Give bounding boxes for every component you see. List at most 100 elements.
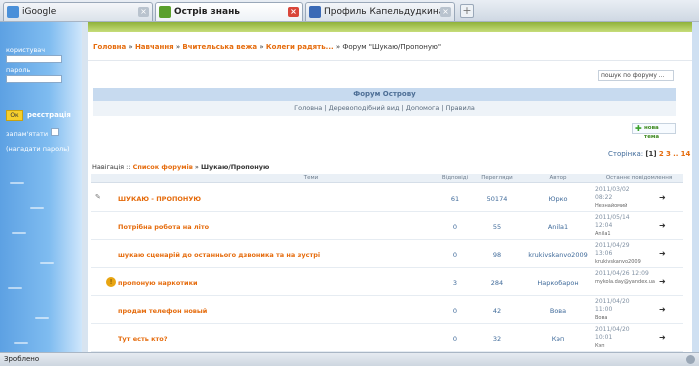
replies-count: 0 (452, 251, 458, 259)
topic-title-link[interactable]: пропоную наркотики (118, 279, 198, 287)
author-link[interactable]: Вова (523, 307, 593, 315)
breadcrumb-link[interactable]: Навчання (135, 43, 174, 51)
page-current: [1] (645, 150, 657, 158)
table-row: ✎ ШУКАЮ - ПРОПОНУЮ 61 50174 Юрко 2011/03/02 08… (91, 184, 683, 212)
nav-prefix: Навігація :: (92, 163, 131, 171)
grid-icon (309, 6, 321, 18)
tab-bar: iGoogle × Острів знань × Профиль Капельд… (0, 0, 699, 22)
col-author: Автор (549, 175, 567, 181)
views-count: 50174 (486, 195, 508, 203)
last-post-time: 12:04 (595, 222, 613, 229)
decorative-wave (35, 317, 49, 319)
last-post-date: 2011/04/26 12:09 (595, 270, 649, 277)
lock-icon: ! (106, 277, 116, 287)
table-row: Тут есть кто? 0 32 Кэп 2011/04/20 10:01 Кэп ➜ (91, 324, 683, 352)
last-post: 2011/04/20 11:00 Вова (595, 298, 630, 322)
table-row: ! пропоную наркотики 3 284 Наркобарон 2011/04… (91, 268, 683, 296)
remember-checkbox[interactable] (51, 128, 59, 136)
tab-label: Острів знань (174, 7, 240, 17)
nav-current: Шукаю/Пропоную (200, 163, 270, 171)
page-link[interactable]: 14 (681, 150, 691, 158)
last-post-date: 2011/04/29 (595, 242, 630, 249)
go-to-last-post-icon[interactable]: ➜ (659, 250, 669, 258)
author-link[interactable]: Юрко (523, 195, 593, 203)
breadcrumb-link[interactable]: Колеги радять... (266, 43, 334, 51)
close-icon[interactable]: × (288, 7, 299, 17)
table-header: Теми Відповіді Перегляди Автор Останнє п… (91, 174, 683, 183)
login-button[interactable]: Ок (6, 110, 23, 121)
go-to-last-post-icon[interactable]: ➜ (659, 334, 669, 342)
tab-profile[interactable]: Профиль Капельдудкина - Пер… × (305, 2, 455, 21)
table-row: Потрібна робота на літо 0 55 Anila1 2011/05/… (91, 212, 683, 240)
topic-title-link[interactable]: шукаю сценарій до останнього дзвоника та… (118, 251, 320, 259)
breadcrumb-current: Форум "Шукаю/Пропоную" (342, 43, 442, 51)
views-count: 284 (490, 279, 504, 287)
replies-count: 0 (452, 335, 458, 343)
sidebar: користувач пароль Ок реєстрація запам'ят… (0, 22, 82, 352)
topic-title-link[interactable]: продам телефон новый (118, 307, 207, 315)
status-icon (686, 355, 695, 364)
go-to-last-post-icon[interactable]: ➜ (659, 194, 669, 202)
topic-title-link[interactable]: Тут есть кто? (118, 335, 168, 343)
author-link[interactable]: krukivskanvo2009 (523, 251, 593, 259)
decorative-wave (14, 342, 28, 344)
status-text: Зроблено (4, 355, 40, 363)
password-field[interactable] (6, 75, 62, 83)
new-topic-button[interactable]: ✚ нова тема (632, 123, 676, 140)
last-post-author[interactable]: Вова (595, 314, 630, 322)
remember-label: запам'ятати (6, 130, 49, 138)
views-count: 98 (492, 251, 502, 259)
go-to-last-post-icon[interactable]: ➜ (659, 278, 669, 286)
new-topic-label: нова тема (644, 125, 660, 140)
go-to-last-post-icon[interactable]: ➜ (659, 222, 669, 230)
plus-icon: ✚ (635, 124, 642, 133)
last-post-author[interactable]: Anila1 (595, 230, 630, 238)
page-link[interactable]: 2 (659, 150, 664, 158)
breadcrumb: Головна » Навчання » Вчительська вежа » … (93, 43, 442, 51)
register-link[interactable]: реєстрація (27, 111, 71, 119)
forgot-password-link[interactable]: (нагадати пароль) (6, 145, 70, 153)
pagination: Сторінка: [1] 2 3 .. 14 (608, 150, 690, 158)
forum-page: Головна » Навчання » Вчительська вежа » … (88, 22, 692, 352)
last-post: 2011/04/26 12:09 mykola.day@yandex.ua (595, 270, 655, 286)
last-post: 2011/04/29 13:06 krukivskanvo2009 (595, 242, 641, 266)
tab-ostriv-znan[interactable]: Острів знань × (155, 2, 303, 21)
decorative-wave (8, 287, 22, 289)
tab-igoogle[interactable]: iGoogle × (3, 2, 153, 21)
tree-icon (159, 6, 171, 18)
scrollbar[interactable] (692, 22, 699, 352)
forum-list-link[interactable]: Список форумів (133, 163, 193, 171)
igoogle-icon (7, 6, 19, 18)
table-row: продам телефон новый 0 42 Вова 2011/04/20 11:… (91, 296, 683, 324)
author-link[interactable]: Кэп (523, 335, 593, 343)
status-bar: Зроблено (0, 352, 699, 366)
close-icon[interactable]: × (440, 7, 451, 17)
topic-title-link[interactable]: ШУКАЮ - ПРОПОНУЮ (118, 195, 201, 203)
forum-island-nav[interactable]: Головна | Деревоподібний вид | Допомога … (93, 101, 676, 116)
topic-title-link[interactable]: Потрібна робота на літо (118, 223, 209, 231)
go-to-last-post-icon[interactable]: ➜ (659, 306, 669, 314)
author-link[interactable]: Anila1 (523, 223, 593, 231)
user-label: користувач (6, 46, 46, 54)
decorative-wave (30, 207, 44, 209)
col-last-post: Останнє повідомлення (605, 175, 673, 181)
forum-search-input[interactable]: пошук по форуму ... (598, 70, 674, 81)
last-post-author[interactable]: Кэп (595, 342, 630, 350)
breadcrumb-link[interactable]: Головна (93, 43, 126, 51)
close-icon[interactable]: × (138, 7, 149, 17)
new-tab-button[interactable]: + (460, 4, 474, 18)
views-count: 32 (492, 335, 502, 343)
last-post-author[interactable]: krukivskanvo2009 (595, 258, 641, 266)
page-link[interactable]: 3 (666, 150, 671, 158)
last-post-author[interactable]: Незнайомий (595, 202, 630, 210)
table-row: шукаю сценарій до останнього дзвоника та… (91, 240, 683, 268)
last-post-date: 2011/04/20 (595, 326, 630, 333)
last-post-author[interactable]: mykola.day@yandex.ua (595, 278, 655, 286)
pin-icon: ✎ (95, 193, 101, 201)
username-field[interactable] (6, 55, 62, 63)
divider (88, 60, 692, 61)
author-link[interactable]: Наркобарон (523, 279, 593, 287)
breadcrumb-link[interactable]: Вчительська вежа (182, 43, 257, 51)
last-post-date: 2011/04/20 (595, 298, 630, 305)
decorative-wave (10, 182, 24, 184)
